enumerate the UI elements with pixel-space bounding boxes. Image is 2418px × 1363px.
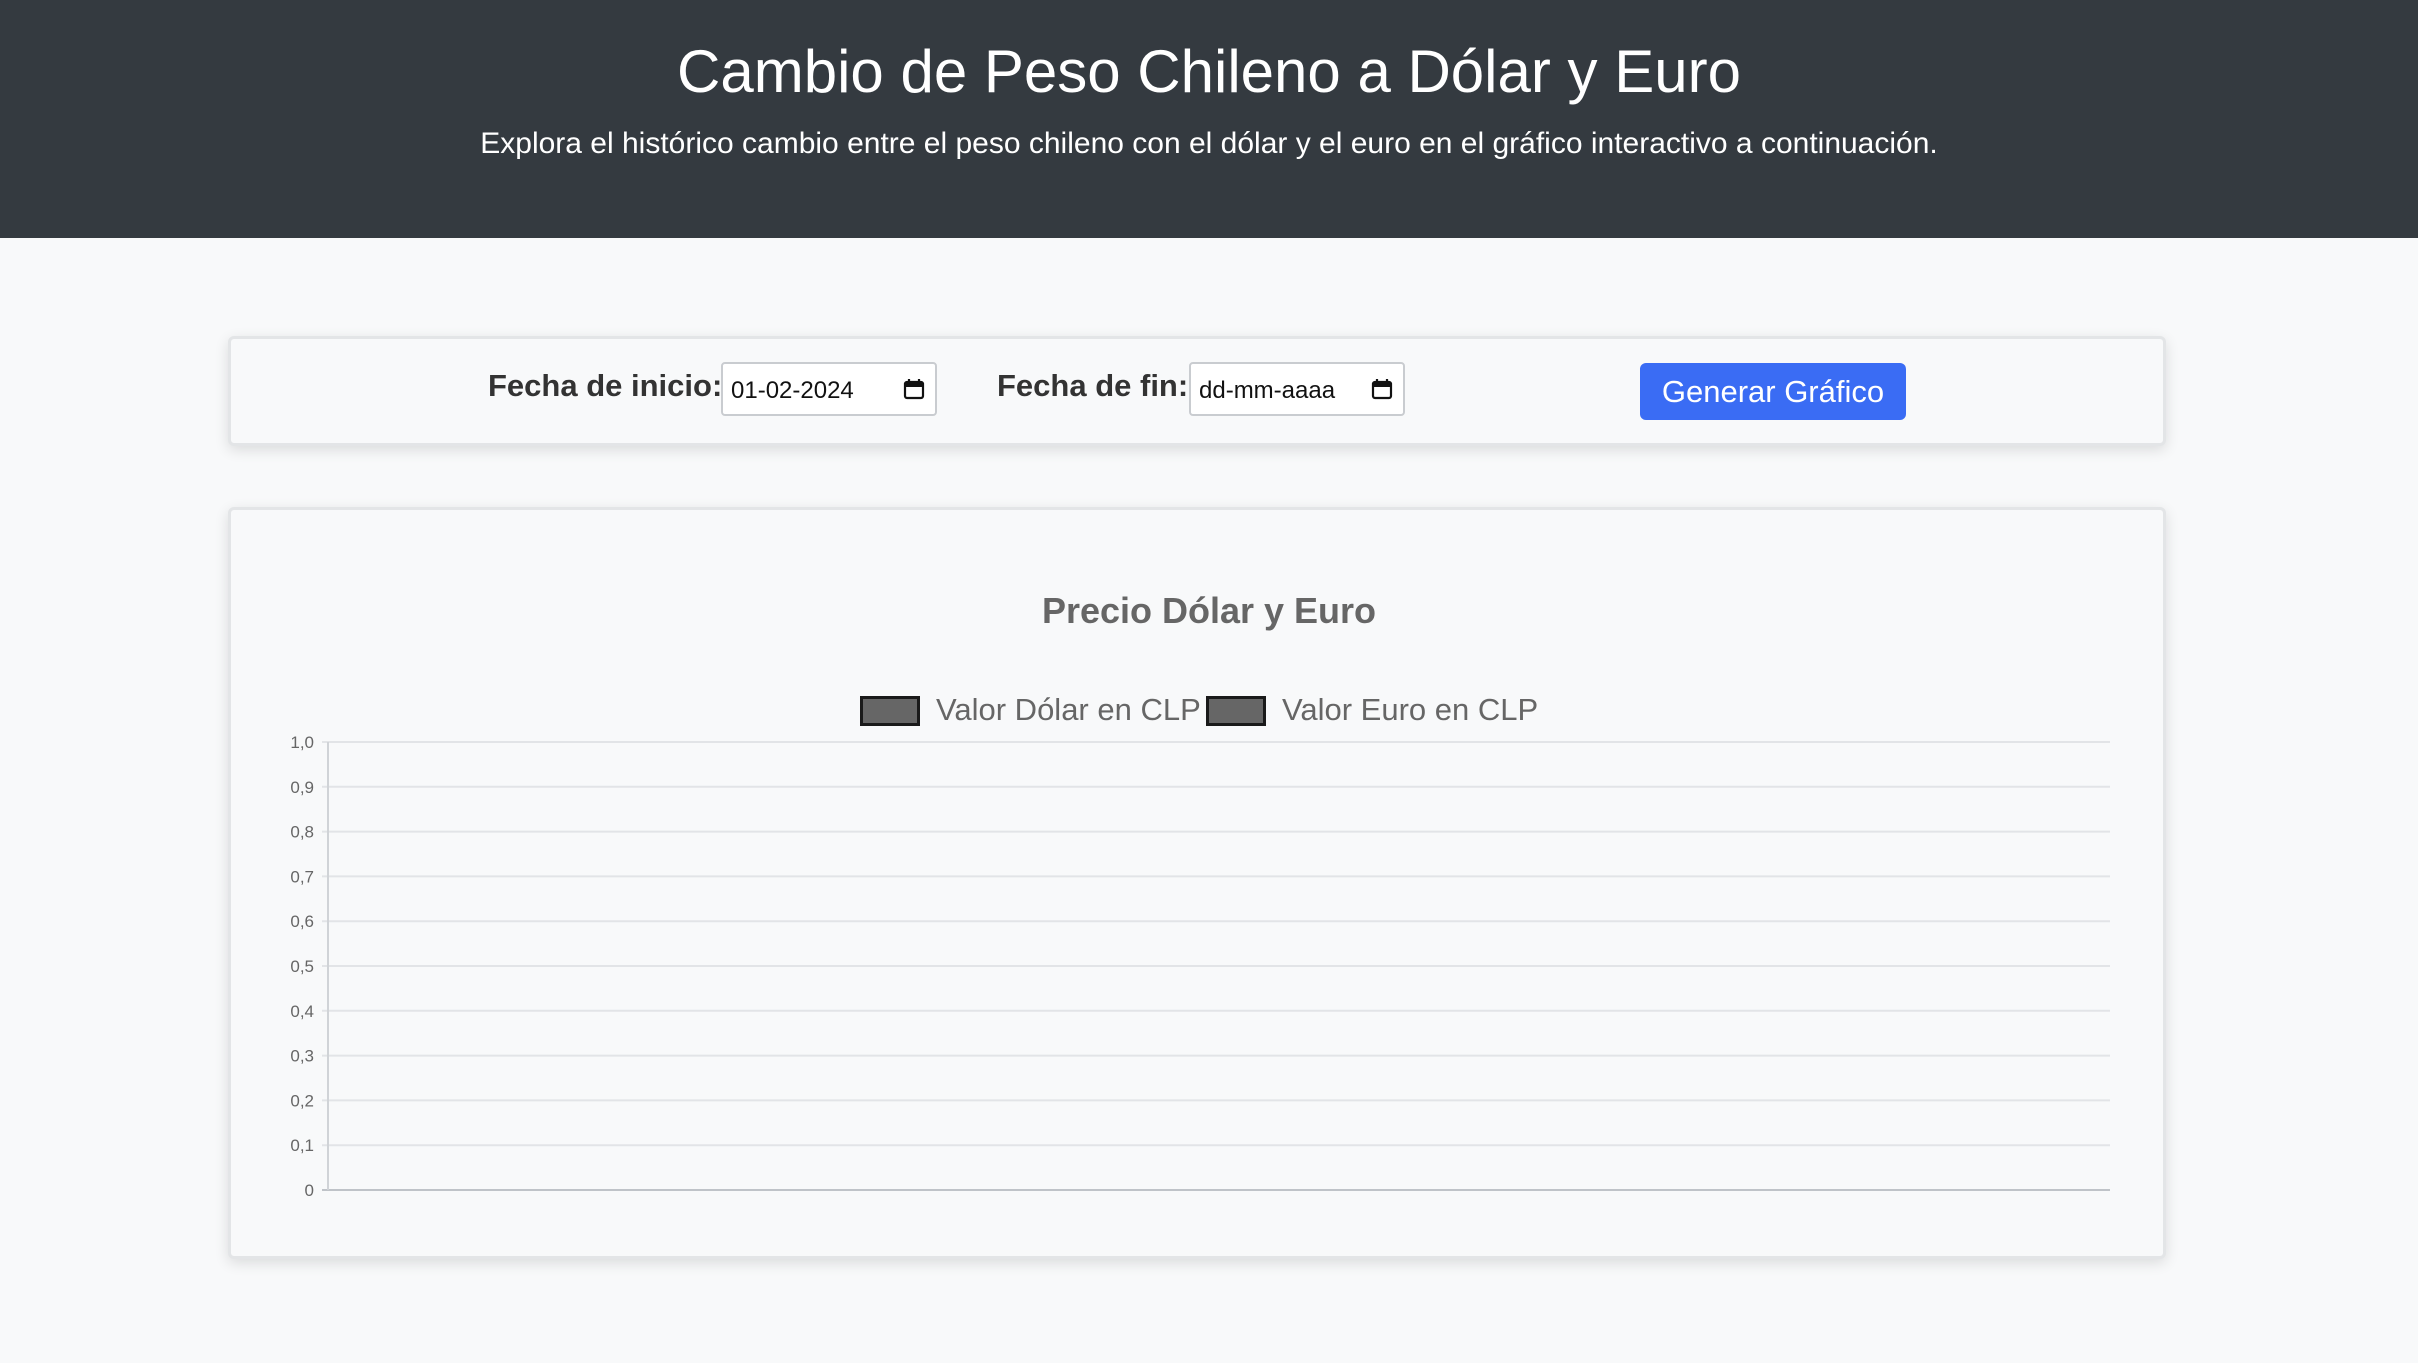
y-tick-label: 0 — [305, 1181, 314, 1200]
y-tick-label: 1,0 — [290, 733, 314, 752]
y-tick-label: 0,7 — [290, 867, 314, 886]
y-tick-label: 0,2 — [290, 1091, 314, 1110]
y-tick-label: 0,3 — [290, 1047, 314, 1066]
y-tick-label: 0,4 — [290, 1002, 314, 1021]
y-tick-label: 0,5 — [290, 957, 314, 976]
chart-plot-area: 0 0,1 0,2 0,3 0,4 0,5 0,6 0,7 0,8 0,9 1,0 — [290, 733, 2110, 1200]
y-tick-label: 0,6 — [290, 912, 314, 931]
y-tick-label: 0,8 — [290, 823, 314, 842]
y-tick-label: 0,1 — [290, 1136, 314, 1155]
y-tick-label: 0,9 — [290, 778, 314, 797]
